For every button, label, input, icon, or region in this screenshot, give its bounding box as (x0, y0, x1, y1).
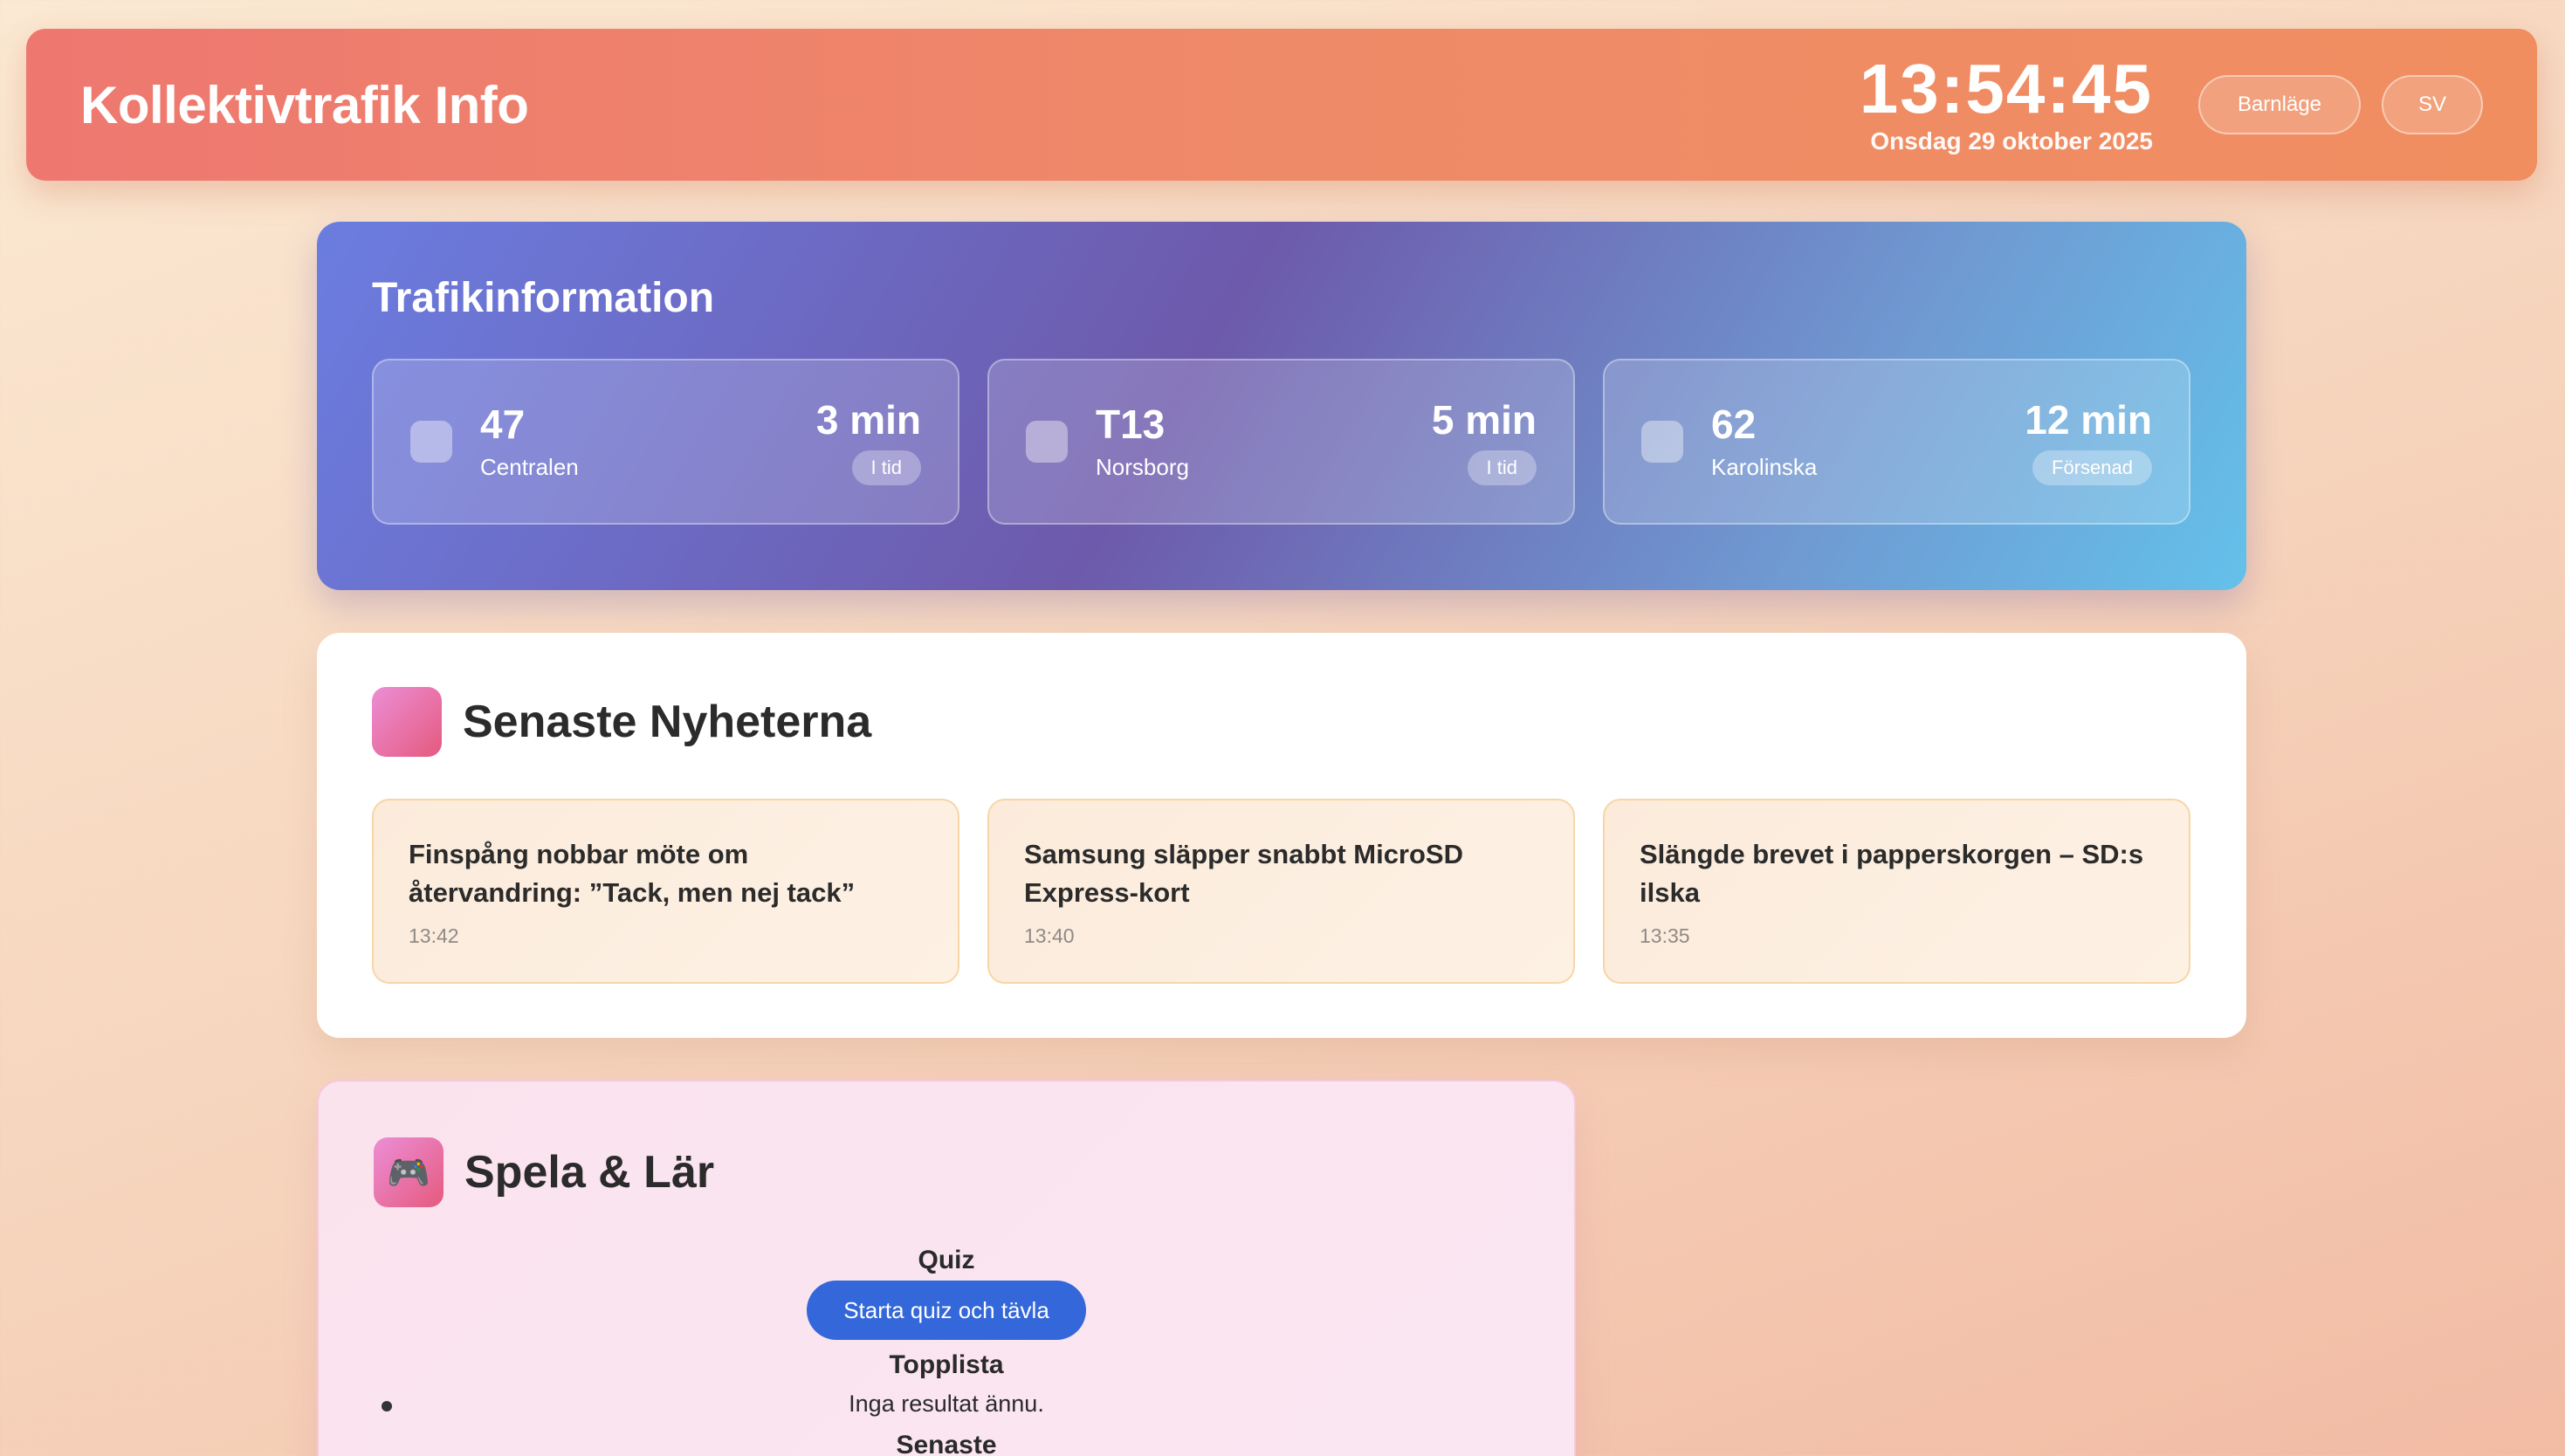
app-header: Kollektivtrafik Info 13:54:45 Onsdag 29 … (26, 29, 2537, 181)
destination: Karolinska (1711, 453, 1818, 480)
news-card: Senaste Nyheterna Finspång nobbar möte o… (317, 633, 2246, 1038)
news-time: 13:35 (1640, 924, 1690, 948)
departure-timing: 5 min I tid (1432, 398, 1537, 486)
news-icon (372, 687, 442, 757)
departure-item[interactable]: T13 Norsborg 5 min I tid (987, 359, 1575, 525)
language-button[interactable]: SV (2382, 75, 2483, 134)
clock: 13:54:45 (1859, 50, 2153, 127)
line-number: 62 (1711, 402, 1757, 448)
child-mode-button[interactable]: Barnläge (2198, 75, 2361, 134)
news-item[interactable]: Finspång nobbar möte om återvandring: ”T… (372, 799, 959, 984)
traffic-card: Trafikinformation 47 Centralen 3 min I t… (317, 222, 2246, 590)
news-time: 13:42 (409, 924, 459, 948)
news-title: Senaste Nyheterna (463, 697, 872, 747)
transport-icon (1026, 421, 1068, 463)
transport-icon (1641, 421, 1683, 463)
quiz-heading: Quiz (918, 1246, 975, 1274)
news-headline: Samsung släpper snabbt MicroSD Express-k… (1024, 839, 1463, 909)
leaderboard-heading: Topplista (889, 1350, 1004, 1379)
game-controller-icon: 🎮 (374, 1137, 444, 1207)
news-headline: Finspång nobbar möte om återvandring: ”T… (409, 839, 856, 909)
status-badge: Försenad (2032, 450, 2152, 486)
destination: Norsborg (1096, 453, 1189, 480)
transport-icon (410, 421, 452, 463)
latest-heading: Senaste (896, 1431, 997, 1456)
date-label: Onsdag 29 oktober 2025 (1870, 127, 2153, 155)
clock-block: 13:54:45 Onsdag 29 oktober 2025 (1860, 54, 2153, 155)
news-headline: Slängde brevet i papperskorgen – SD:s il… (1640, 839, 2144, 909)
departure-timing: 12 min Försenad (2025, 398, 2152, 486)
news-item[interactable]: Slängde brevet i papperskorgen – SD:s il… (1603, 799, 2190, 984)
departure-time: 12 min (2025, 396, 2152, 443)
status-badge: I tid (1467, 450, 1537, 486)
departure-time: 3 min (815, 396, 921, 443)
status-badge: I tid (851, 450, 921, 486)
departure-info: 47 Centralen (480, 402, 579, 481)
header-controls: 13:54:45 Onsdag 29 oktober 2025 Barnläge… (1860, 54, 2483, 155)
departure-timing: 3 min I tid (816, 398, 921, 486)
line-number: T13 (1096, 402, 1166, 448)
game-card: 🎮 Spela & Lär Quiz Starta quiz och tävla… (317, 1080, 1576, 1456)
departure-time: 5 min (1431, 396, 1537, 443)
app-title: Kollektivtrafik Info (80, 75, 529, 134)
departures-list: 47 Centralen 3 min I tid T13 Norsborg 5 … (372, 359, 2191, 525)
destination: Centralen (480, 453, 579, 480)
game-header: 🎮 Spela & Lär (374, 1137, 1519, 1207)
departure-item[interactable]: 62 Karolinska 12 min Försenad (1603, 359, 2190, 525)
news-time: 13:40 (1024, 924, 1075, 948)
news-item[interactable]: Samsung släpper snabbt MicroSD Express-k… (987, 799, 1575, 984)
news-list: Finspång nobbar möte om återvandring: ”T… (372, 799, 2191, 984)
departure-info: 62 Karolinska (1711, 402, 1817, 481)
departure-info: T13 Norsborg (1096, 402, 1189, 481)
traffic-title: Trafikinformation (372, 275, 715, 321)
line-number: 47 (480, 402, 526, 448)
news-header: Senaste Nyheterna (372, 687, 2191, 757)
start-quiz-button[interactable]: Starta quiz och tävla (807, 1281, 1086, 1340)
departure-item[interactable]: 47 Centralen 3 min I tid (372, 359, 959, 525)
game-title: Spela & Lär (464, 1147, 715, 1198)
game-body: Quiz Starta quiz och tävla Topplista Ing… (374, 1246, 1519, 1456)
leaderboard-empty: Inga resultat ännu. (849, 1391, 1044, 1417)
